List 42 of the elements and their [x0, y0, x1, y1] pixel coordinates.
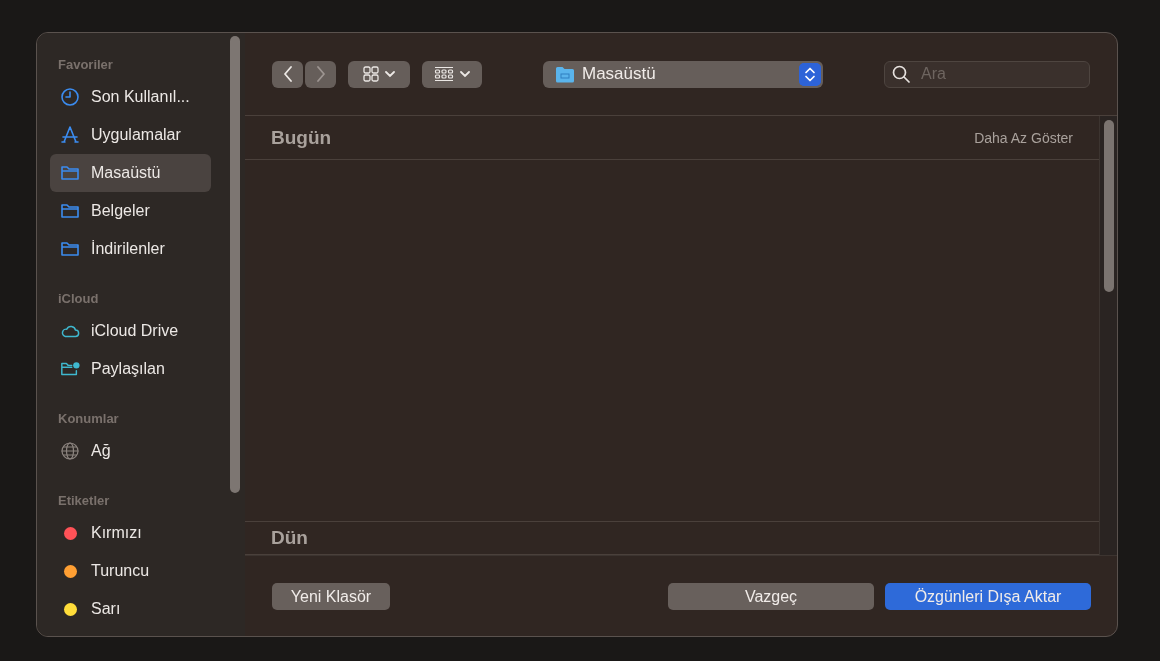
location-popup[interactable]: Masaüstü	[543, 60, 823, 88]
sidebar-item[interactable]: Masaüstü	[50, 154, 211, 192]
app-store-icon	[60, 125, 80, 145]
stepper-icon	[799, 62, 821, 86]
show-less-link[interactable]: Daha Az Göster	[974, 129, 1073, 146]
sidebar-item[interactable]: İndirilenler	[50, 230, 211, 268]
sidebar-item[interactable]: Son Kullanıl...	[50, 78, 211, 116]
sidebar-item[interactable]: Belgeler	[50, 192, 211, 230]
folder-icon	[60, 201, 80, 221]
folder-icon	[60, 239, 80, 259]
sidebar-item[interactable]: Ağ	[50, 432, 211, 470]
export-button[interactable]: Özgünleri Dışa Aktar	[885, 583, 1091, 610]
section-heading: Favoriler	[57, 56, 114, 74]
sidebar-item[interactable]: iCloud Drive	[50, 312, 211, 350]
caret-icon	[460, 70, 470, 78]
back-button[interactable]	[272, 60, 303, 88]
section-heading: Konumlar	[57, 410, 120, 428]
sidebar-item[interactable]: Kırmızı	[50, 514, 211, 552]
group-heading: Bugün	[271, 126, 332, 149]
sidebar-item[interactable]: Turuncu	[50, 552, 211, 590]
sidebar-item[interactable]: Sarı	[50, 590, 211, 628]
section-heading: iCloud	[57, 290, 100, 308]
cancel-button[interactable]: Vazgeç	[668, 583, 874, 610]
chevron-right-icon	[315, 66, 326, 82]
globe-icon	[60, 441, 80, 461]
new-folder-button[interactable]: Yeni Klasör	[272, 583, 390, 610]
scrollbar[interactable]	[1099, 116, 1117, 555]
scrollbar-thumb[interactable]	[230, 36, 240, 493]
grid-icon	[363, 66, 379, 82]
clock-icon	[60, 87, 80, 107]
chevron-left-icon	[282, 66, 293, 82]
search-icon	[892, 64, 910, 83]
icon-view-button[interactable]	[348, 60, 410, 88]
caret-icon	[385, 70, 395, 78]
gallery-icon	[434, 66, 454, 82]
gallery-view-button[interactable]	[422, 60, 482, 88]
folder-icon	[60, 163, 80, 183]
group-heading: Dün	[271, 527, 308, 549]
sidebar-item[interactable]: Paylaşılan	[50, 350, 211, 388]
folder-icon	[555, 65, 575, 83]
section-heading: Etiketler	[57, 492, 111, 510]
sidebar-item[interactable]: Uygulamalar	[50, 116, 211, 154]
